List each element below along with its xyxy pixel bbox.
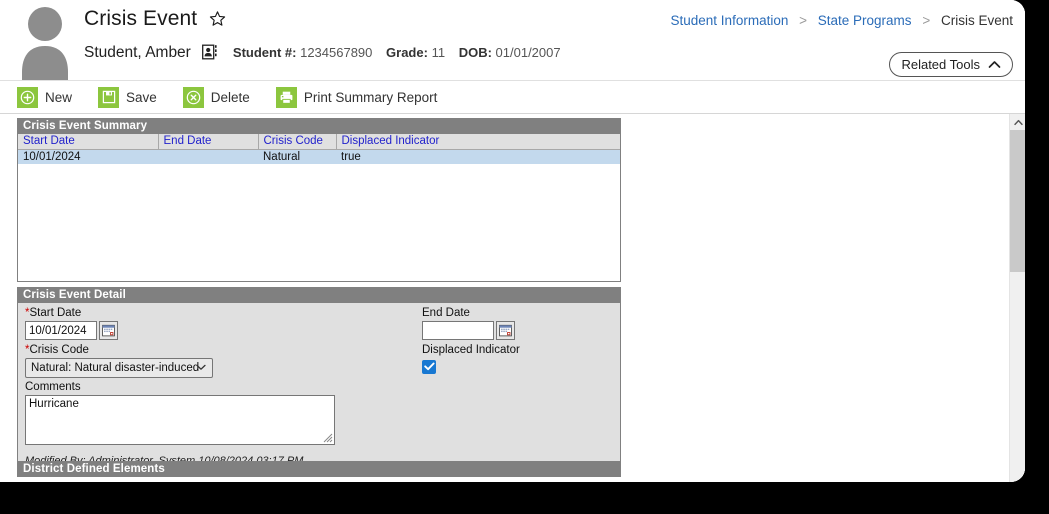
- page-title-text: Crisis Event: [84, 7, 198, 30]
- cell-displaced-indicator: true: [336, 149, 620, 164]
- vertical-scrollbar[interactable]: [1009, 114, 1025, 482]
- print-summary-report-button[interactable]: Print Summary Report: [275, 86, 438, 108]
- star-icon[interactable]: [209, 9, 226, 33]
- dob-value: 01/01/2007: [495, 45, 561, 60]
- plus-circle-icon: [17, 86, 38, 108]
- related-tools-label: Related Tools: [901, 57, 980, 72]
- breadcrumb: Student Information > State Programs > C…: [671, 13, 1013, 28]
- cell-start-date: 10/01/2024: [18, 149, 158, 164]
- column-header-displaced-indicator[interactable]: Displaced Indicator: [336, 134, 620, 150]
- new-button-label: New: [45, 89, 73, 105]
- start-date-label: *Start Date: [25, 307, 118, 319]
- dob-label: DOB:: [458, 45, 492, 60]
- delete-button[interactable]: Delete: [182, 86, 250, 108]
- print-summary-report-button-label: Print Summary Report: [303, 89, 438, 105]
- district-defined-elements-title: District Defined Elements: [17, 461, 621, 477]
- displaced-indicator-label: Displaced Indicator: [422, 344, 520, 356]
- crisis-event-summary-title: Crisis Event Summary: [17, 118, 621, 134]
- crisis-event-summary-box: Start Date End Date Crisis Code Displace…: [17, 134, 621, 282]
- new-button[interactable]: New: [17, 86, 73, 108]
- student-info-line: Student, Amber Student #: 1234567890 Gra…: [84, 44, 561, 64]
- save-button[interactable]: Save: [98, 86, 157, 108]
- action-toolbar: New Save Delete Print Summary Report: [0, 81, 1025, 114]
- app-window: Crisis Event Student, Amber Student #: 1…: [0, 0, 1049, 514]
- save-button-label: Save: [126, 89, 157, 105]
- comments-label: Comments: [25, 381, 81, 393]
- district-defined-elements-panel: District Defined Elements: [17, 461, 621, 477]
- calendar-icon[interactable]: [496, 321, 515, 340]
- content-area: Crisis Event Summary Start Date End Date…: [0, 114, 1025, 482]
- scroll-thumb[interactable]: [1010, 130, 1025, 272]
- checkmark-icon: [423, 358, 435, 376]
- page-card: Crisis Event Student, Amber Student #: 1…: [0, 0, 1025, 482]
- page-header: Crisis Event Student, Amber Student #: 1…: [0, 0, 1025, 81]
- grade-value: 11: [431, 45, 446, 60]
- delete-button-label: Delete: [210, 89, 250, 105]
- student-number-label: Student #:: [232, 45, 297, 60]
- contact-card-icon[interactable]: [201, 44, 217, 64]
- start-date-input[interactable]: [25, 321, 97, 340]
- floppy-disk-icon: [98, 86, 120, 108]
- breadcrumb-item-state-programs[interactable]: State Programs: [818, 13, 912, 28]
- student-number-meta: Student #: 1234567890: [233, 45, 376, 60]
- displaced-indicator-field: Displaced Indicator: [422, 344, 520, 374]
- person-avatar-icon: [14, 2, 76, 80]
- student-name: Student, Amber: [84, 44, 191, 61]
- breadcrumb-separator: >: [922, 13, 931, 28]
- crisis-event-detail-body: *Start Date 10/01/2024 End Date *Crisis …: [17, 303, 621, 467]
- comments-field: Comments: [25, 381, 335, 450]
- x-circle-icon: [182, 86, 204, 108]
- breadcrumb-item-crisis-event: Crisis Event: [940, 13, 1013, 28]
- table-row[interactable]: 10/01/2024 Natural true: [18, 149, 620, 164]
- table-header-row: Start Date End Date Crisis Code Displace…: [18, 134, 620, 150]
- cell-crisis-code: Natural: [258, 149, 336, 164]
- chevron-up-icon: [988, 57, 1001, 72]
- column-header-start-date[interactable]: Start Date: [18, 134, 159, 150]
- page-card-inner: Crisis Event Student, Amber Student #: 1…: [0, 0, 1025, 482]
- cell-end-date: [158, 149, 258, 164]
- breadcrumb-item-student-information[interactable]: Student Information: [671, 13, 789, 28]
- start-date-field: *Start Date: [25, 307, 118, 340]
- chevron-down-icon: [196, 362, 206, 374]
- dob-meta: DOB: 01/01/2007: [459, 45, 561, 60]
- related-tools-button[interactable]: Related Tools: [889, 52, 1013, 77]
- grade-meta: Grade: 11: [386, 45, 449, 60]
- end-date-field: End Date: [422, 307, 515, 340]
- crisis-event-detail-panel: Crisis Event Detail *Start Date 10/01/20…: [17, 287, 621, 467]
- start-date-label-text: Start Date: [29, 307, 82, 319]
- scroll-up-arrow-icon[interactable]: [1010, 114, 1025, 130]
- end-date-input[interactable]: [422, 321, 494, 340]
- calendar-icon[interactable]: [99, 321, 118, 340]
- student-number-value: 1234567890: [300, 45, 373, 60]
- printer-icon: [275, 86, 297, 108]
- end-date-label: End Date: [422, 307, 470, 319]
- comments-textarea[interactable]: [25, 395, 335, 445]
- crisis-event-detail-title: Crisis Event Detail: [17, 287, 621, 303]
- page-title: Crisis Event: [84, 7, 226, 33]
- crisis-event-summary-panel: Crisis Event Summary Start Date End Date…: [17, 118, 621, 282]
- crisis-code-select[interactable]: Natural: Natural disaster-induced: [25, 358, 213, 378]
- crisis-code-field: *Crisis Code Natural: Natural disaster-i…: [25, 344, 213, 378]
- column-header-crisis-code[interactable]: Crisis Code: [258, 134, 337, 150]
- displaced-indicator-checkbox[interactable]: [422, 360, 436, 374]
- crisis-code-label: *Crisis Code: [25, 344, 213, 356]
- crisis-code-selected-value: Natural: Natural disaster-induced: [31, 362, 200, 374]
- grade-label: Grade:: [386, 45, 428, 60]
- crisis-event-summary-table: Start Date End Date Crisis Code Displace…: [18, 134, 620, 164]
- crisis-code-label-text: Crisis Code: [29, 344, 89, 356]
- breadcrumb-separator: >: [799, 13, 807, 28]
- column-header-end-date[interactable]: End Date: [158, 134, 259, 150]
